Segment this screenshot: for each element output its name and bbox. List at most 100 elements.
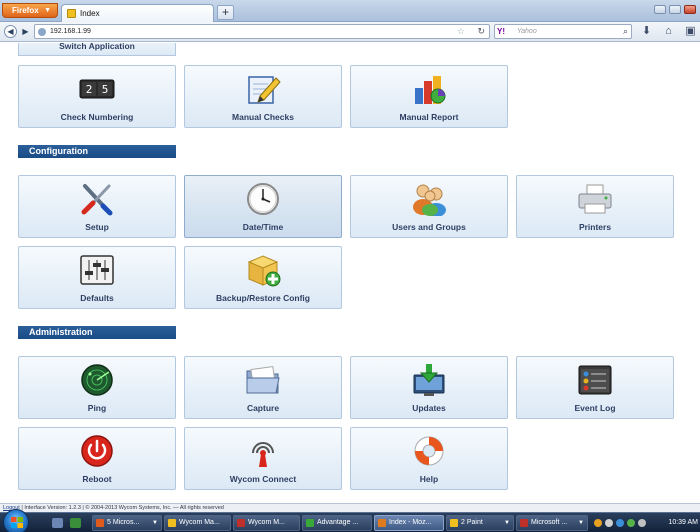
download-icon xyxy=(413,364,445,396)
tile-label: Capture xyxy=(246,403,280,413)
show-desktop-icon[interactable] xyxy=(52,518,63,528)
chevron-down-icon: ▼ xyxy=(44,7,51,14)
volume-icon[interactable] xyxy=(638,519,646,527)
tab-title: Index xyxy=(80,9,100,18)
search-input[interactable]: Y! Yahoo ⌕ xyxy=(494,24,632,39)
taskbar-item[interactable]: Advantage ... xyxy=(302,515,372,531)
tile-label: Wycom Connect xyxy=(229,474,297,484)
tile-defaults[interactable]: Defaults xyxy=(18,246,176,309)
app-icon xyxy=(378,519,386,527)
chevron-down-icon: ▼ xyxy=(152,520,158,526)
tile-capture[interactable]: Capture xyxy=(184,356,342,419)
taskbar-item-label: Wycom Ma... xyxy=(179,519,220,526)
taskbar-item[interactable]: Microsoft ... ▼ xyxy=(516,515,588,531)
tile-label: Date/Time xyxy=(242,222,284,232)
app-icon xyxy=(450,519,458,527)
tile-label: Reboot xyxy=(82,474,112,484)
taskbar-item[interactable]: 5 Micros... ▼ xyxy=(92,515,162,531)
tile-label: Defaults xyxy=(80,293,114,303)
tile-check-numbering[interactable]: 2 5 Check Numbering xyxy=(18,65,176,128)
chevron-down-icon: ▼ xyxy=(578,520,584,526)
taskbar-item[interactable]: Wycom M... xyxy=(233,515,300,531)
minimize-icon[interactable] xyxy=(654,5,666,14)
url-text: 192.168.1.99 xyxy=(50,28,91,35)
section-header-administration: Administration xyxy=(18,326,176,339)
taskbar-item-label: Index - Moz... xyxy=(389,519,432,526)
back-arrow-icon[interactable]: ◀ xyxy=(4,25,17,38)
firefox-menu-button[interactable]: Firefox ▼ xyxy=(2,3,58,18)
tile-updates[interactable]: Updates xyxy=(350,356,508,419)
taskbar-item-label: 2 Paint xyxy=(461,519,483,526)
event-log-icon xyxy=(578,365,612,395)
tile-printers[interactable]: Printers xyxy=(516,175,674,238)
tools-icon xyxy=(81,184,113,216)
reload-icon[interactable]: ↻ xyxy=(477,25,485,38)
tray-app-icon[interactable] xyxy=(616,519,624,527)
favicon-icon xyxy=(67,9,76,18)
tray-app-icon[interactable] xyxy=(594,519,602,527)
tile-label: Check Numbering xyxy=(60,112,134,122)
tray-app-icon[interactable] xyxy=(605,519,613,527)
tile-manual-report[interactable]: Manual Report xyxy=(350,65,508,128)
tile-label: Printers xyxy=(578,222,612,232)
home-icon[interactable]: ⌂ xyxy=(662,25,675,38)
tile-help[interactable]: Help xyxy=(350,427,508,490)
folder-icon xyxy=(246,365,280,394)
tile-wycom-connect[interactable]: Wycom Connect xyxy=(184,427,342,490)
taskbar-clock[interactable]: 10:39 AM xyxy=(668,514,698,532)
network-icon[interactable] xyxy=(627,519,635,527)
taskbar-item[interactable]: 2 Paint ▼ xyxy=(446,515,514,531)
app-icon xyxy=(168,519,176,527)
radar-icon xyxy=(81,364,113,396)
taskbar-item-label: Microsoft ... xyxy=(531,519,568,526)
tile-label: Event Log xyxy=(574,403,616,413)
manual-report-icon xyxy=(415,76,446,104)
navigation-toolbar: ◀ ▶ 192.168.1.99 ☆ ↻ Y! Yahoo ⌕ ⬇ ⌂ ▣ xyxy=(0,22,700,42)
quick-launch-icon[interactable] xyxy=(70,518,81,528)
tile-backup-restore-config[interactable]: Backup/Restore Config xyxy=(184,246,342,309)
tab-index[interactable]: Index xyxy=(61,4,214,22)
tile-users-and-groups[interactable]: Users and Groups xyxy=(350,175,508,238)
tile-manual-checks[interactable]: Manual Checks xyxy=(184,65,342,128)
svg-text:2: 2 xyxy=(86,83,93,96)
check-numbering-icon: 2 5 xyxy=(79,79,115,99)
tile-label: Backup/Restore Config xyxy=(216,293,310,303)
tile-date-time[interactable]: Date/Time xyxy=(184,175,342,238)
app-icon xyxy=(237,519,245,527)
lifebuoy-icon xyxy=(414,436,444,466)
bookmark-star-icon[interactable]: ☆ xyxy=(457,25,465,38)
tile-label: Updates xyxy=(412,403,446,413)
maximize-icon[interactable] xyxy=(669,5,681,14)
power-icon xyxy=(81,435,113,467)
system-tray: 10:39 AM xyxy=(592,514,700,532)
globe-icon xyxy=(38,28,46,36)
close-window-icon[interactable] xyxy=(684,5,696,14)
search-placeholder: Yahoo xyxy=(517,28,537,35)
tile-event-log[interactable]: Event Log xyxy=(516,356,674,419)
tile-ping[interactable]: Ping xyxy=(18,356,176,419)
app-icon xyxy=(96,519,104,527)
clock-icon xyxy=(247,183,279,215)
tile-label: Manual Report xyxy=(399,112,459,122)
url-bar[interactable]: 192.168.1.99 ☆ ↻ xyxy=(34,24,490,39)
taskbar-item[interactable]: Wycom Ma... xyxy=(164,515,231,531)
forward-arrow-icon[interactable]: ▶ xyxy=(19,25,32,38)
yahoo-logo-icon[interactable]: Y! xyxy=(497,25,505,38)
new-tab-button[interactable]: + xyxy=(217,5,234,20)
tile-label: Switch Application xyxy=(59,43,135,51)
taskbar-item-label: Advantage ... xyxy=(317,519,359,526)
tile-switch-application[interactable]: Switch Application xyxy=(18,43,176,56)
more-tools-icon[interactable]: ▣ xyxy=(684,25,697,38)
chevron-down-icon: ▼ xyxy=(504,520,510,526)
users-icon xyxy=(413,184,446,216)
downloads-icon[interactable]: ⬇ xyxy=(640,25,653,38)
taskbar-item-label: 5 Micros... xyxy=(107,519,140,526)
search-icon[interactable]: ⌕ xyxy=(623,25,628,38)
tile-label: Help xyxy=(419,474,439,484)
browser-titlebar: Firefox ▼ Index + xyxy=(0,0,700,22)
tile-label: Ping xyxy=(87,403,107,413)
tile-reboot[interactable]: Reboot xyxy=(18,427,176,490)
start-button[interactable] xyxy=(3,509,29,532)
taskbar-item-active[interactable]: Index - Moz... xyxy=(374,515,444,531)
tile-setup[interactable]: Setup xyxy=(18,175,176,238)
